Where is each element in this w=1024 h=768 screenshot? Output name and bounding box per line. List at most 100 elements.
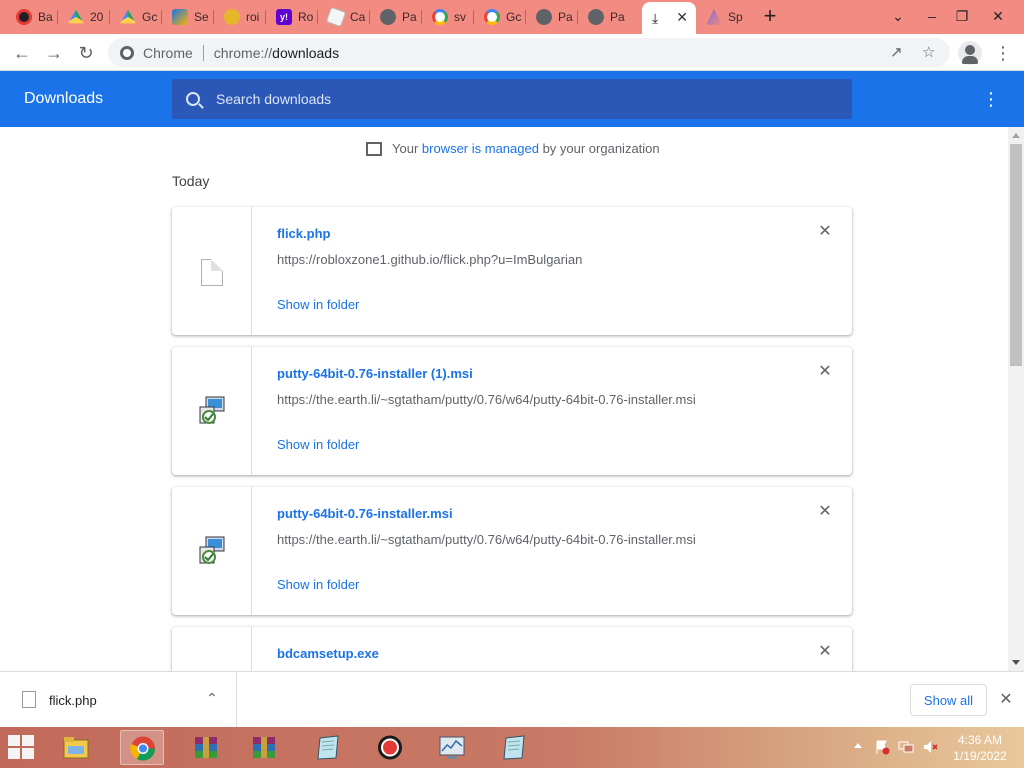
file-url[interactable]: https://robloxzone1.github.io/flick.php?…: [277, 252, 582, 267]
monitor-icon: [439, 736, 465, 759]
tab-12[interactable]: Pa: [578, 4, 630, 30]
windows-start-button[interactable]: [8, 735, 36, 761]
omnibox-site-label: Chrome: [143, 44, 193, 61]
new-tab-button[interactable]: +: [760, 5, 780, 27]
globe-icon: [380, 9, 396, 25]
tab-9[interactable]: sv: [422, 4, 474, 30]
show-all-button[interactable]: Show all: [910, 684, 987, 716]
tab-14[interactable]: Sp: [696, 4, 748, 30]
taskbar-task-manager[interactable]: [430, 730, 474, 765]
taskbar-clock[interactable]: 4:36 AM 1/19/2022: [944, 732, 1016, 764]
yahoo-icon: y!: [276, 9, 292, 25]
show-in-folder-link[interactable]: Show in folder: [277, 437, 359, 452]
close-tab-icon[interactable]: ✕: [676, 9, 688, 26]
winrar-icon: [253, 737, 275, 758]
remove-item-icon[interactable]: ✕: [818, 364, 832, 380]
taskbar-chrome[interactable]: [120, 730, 164, 765]
file-icon: [201, 259, 223, 286]
download-shelf: flick.php ⌃ Show all ✕: [0, 671, 1024, 728]
search-input[interactable]: [216, 91, 816, 107]
browser-toolbar: ← → ↻ Chrome chrome:// downloads ↗ ☆: [0, 34, 1024, 71]
scrollbar-thumb[interactable]: [1010, 144, 1022, 366]
file-name-link[interactable]: bdcamsetup.exe: [277, 646, 379, 661]
scroll-down-arrow-icon[interactable]: [1012, 660, 1020, 665]
globe-icon: [536, 9, 552, 25]
clock-date: 1/19/2022: [953, 749, 1007, 763]
notepad-icon: [503, 735, 525, 760]
tab-10[interactable]: Gc: [474, 4, 526, 30]
minimize-icon[interactable]: –: [922, 6, 942, 26]
download-icon: ⤓: [652, 9, 659, 26]
file-url[interactable]: https://the.earth.li/~sgtatham/putty/0.7…: [277, 532, 696, 547]
profile-avatar[interactable]: [958, 41, 982, 65]
globe-icon: [588, 9, 604, 25]
tab-3[interactable]: Gc: [110, 4, 162, 30]
tab-6[interactable]: y! Ro: [266, 4, 318, 30]
file-name-link[interactable]: putty-64bit-0.76-installer (1).msi: [277, 366, 473, 381]
scroll-up-arrow-icon[interactable]: [1012, 133, 1020, 138]
clock-time: 4:36 AM: [957, 733, 1003, 747]
taskbar-winrar-2[interactable]: [242, 730, 286, 765]
notepad-icon: [317, 735, 339, 760]
taskbar-file-explorer[interactable]: [54, 730, 98, 765]
file-name-link[interactable]: putty-64bit-0.76-installer.msi: [277, 506, 453, 521]
taskbar-notepad[interactable]: [306, 730, 350, 765]
downloads-list: Your browser is managed by your organiza…: [0, 127, 1008, 671]
drive-icon: [120, 9, 136, 24]
address-bar[interactable]: Chrome chrome:// downloads ↗ ☆: [108, 38, 950, 67]
tab-1[interactable]: Ba: [6, 4, 58, 30]
close-shelf-icon[interactable]: ✕: [998, 689, 1014, 709]
show-in-folder-link[interactable]: Show in folder: [277, 577, 359, 592]
network-icon[interactable]: [898, 739, 914, 755]
page-scrollbar[interactable]: [1008, 127, 1024, 671]
remove-item-icon[interactable]: ✕: [818, 644, 832, 660]
volume-muted-icon[interactable]: [922, 739, 938, 755]
share-icon[interactable]: ↗: [890, 43, 903, 61]
chrome-icon: [120, 45, 134, 60]
show-in-folder-link[interactable]: Show in folder: [277, 297, 359, 312]
bookmark-star-icon[interactable]: ☆: [922, 43, 935, 61]
remove-item-icon[interactable]: ✕: [818, 504, 832, 520]
page-title: Downloads: [24, 90, 104, 107]
file-url[interactable]: https://the.earth.li/~sgtatham/putty/0.7…: [277, 392, 696, 407]
taskbar-winrar-1[interactable]: [184, 730, 228, 765]
roi-icon: [224, 9, 240, 25]
tab-downloads-active[interactable]: ⤓ ✕: [642, 2, 696, 34]
tab-5[interactable]: roi: [214, 4, 266, 30]
url-scheme: chrome://: [213, 44, 273, 61]
tab-2[interactable]: 20: [58, 4, 110, 30]
winrar-icon: [195, 737, 217, 758]
taskbar-recorder[interactable]: [368, 730, 412, 765]
file-name-link[interactable]: flick.php: [277, 226, 330, 241]
action-center-flag-icon[interactable]: [874, 739, 890, 755]
downloads-menu-icon[interactable]: ⋮: [982, 87, 1000, 111]
window-close-icon[interactable]: ✕: [988, 6, 1008, 26]
tab-11[interactable]: Pa: [526, 4, 578, 30]
download-item: putty-64bit-0.76-installer (1).msi https…: [172, 347, 852, 475]
managed-link[interactable]: browser is managed: [422, 141, 539, 156]
chrome-icon: [130, 736, 156, 761]
chevron-up-icon[interactable]: ⌃: [206, 690, 218, 707]
tab-4[interactable]: Se: [162, 4, 214, 30]
reload-button[interactable]: ↻: [74, 41, 98, 65]
remove-item-icon[interactable]: ✕: [818, 224, 832, 240]
tab-7[interactable]: Ca: [318, 4, 370, 30]
url-path: downloads: [272, 44, 340, 61]
show-hidden-icons-arrow-icon[interactable]: [854, 743, 862, 748]
shelf-download-item[interactable]: flick.php ⌃: [0, 672, 237, 728]
shelf-file-name: flick.php: [49, 693, 97, 708]
msi-installer-icon: [199, 396, 225, 424]
tab-search-chevron-icon[interactable]: ⌄: [888, 6, 908, 26]
tab-8[interactable]: Pa: [370, 4, 422, 30]
forward-button[interactable]: →: [42, 41, 66, 65]
chrome-menu-icon[interactable]: ⋮: [994, 42, 1012, 64]
building-icon: [366, 141, 382, 156]
record-icon: [16, 9, 32, 25]
google-icon: [484, 9, 500, 25]
managed-notice: Your browser is managed by your organiza…: [366, 141, 660, 156]
search-box[interactable]: [172, 79, 852, 119]
taskbar-notepad-2[interactable]: [492, 730, 536, 765]
folder-icon: [63, 737, 89, 759]
back-button[interactable]: ←: [10, 41, 34, 65]
restore-icon[interactable]: ❐: [952, 6, 972, 26]
